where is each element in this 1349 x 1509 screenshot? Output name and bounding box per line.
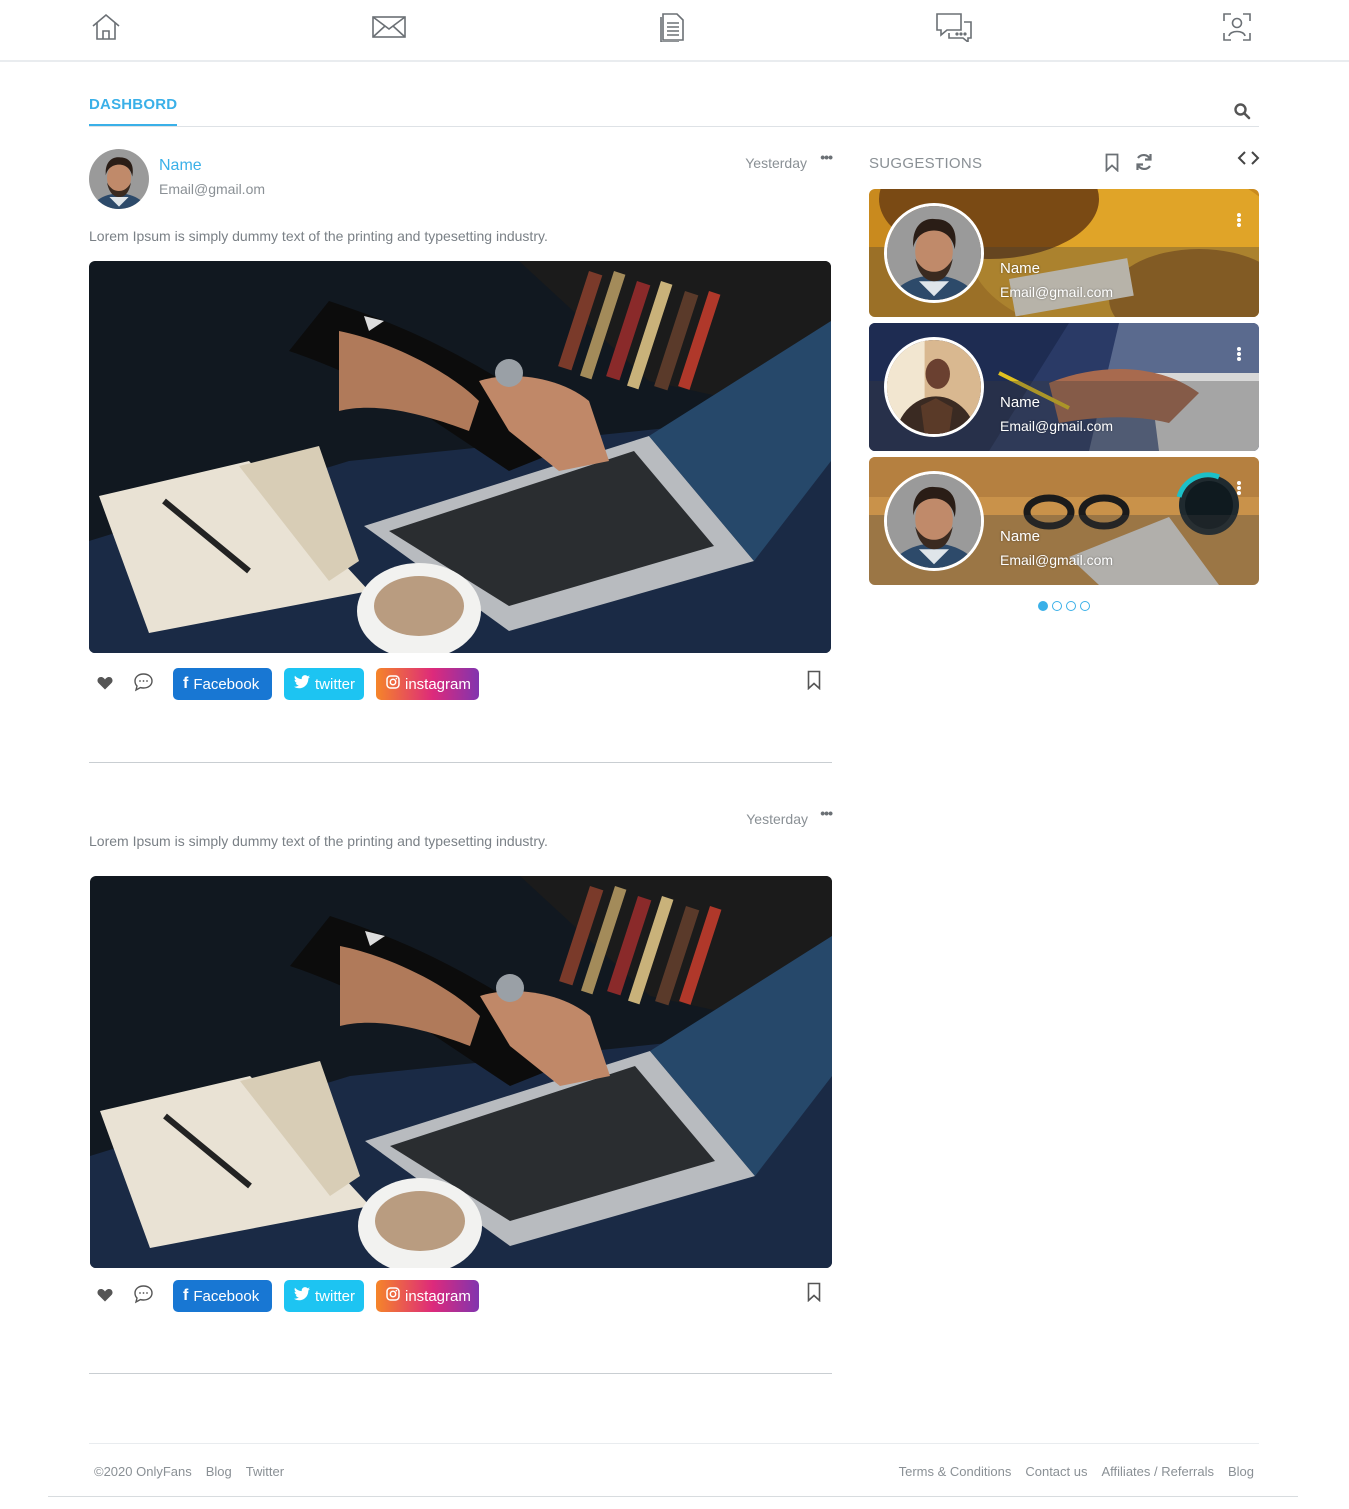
share-facebook-button[interactable]: f Facebook	[173, 668, 272, 700]
share-instagram-button[interactable]: instagram	[376, 668, 479, 700]
share-facebook-label: Facebook	[193, 675, 260, 693]
footer-link-affiliates[interactable]: Affiliates / Referrals	[1102, 1464, 1214, 1479]
comment-icon[interactable]	[133, 1284, 154, 1309]
twitter-icon	[294, 1287, 310, 1305]
post-divider	[89, 762, 832, 763]
share-facebook-button[interactable]: f Facebook	[173, 1280, 272, 1312]
suggestion-name: Name	[1000, 260, 1041, 277]
suggestion-card[interactable]: Name Email@gmail.com	[869, 457, 1259, 585]
post-image[interactable]	[89, 261, 831, 653]
post-text: Lorem Ipsum is simply dummy text of the …	[89, 833, 548, 849]
more-options-icon[interactable]: •••	[820, 149, 833, 165]
suggestion-name: Name	[1000, 394, 1041, 411]
bookmark-icon[interactable]	[807, 670, 821, 695]
pager-dot[interactable]	[1066, 601, 1076, 611]
home-icon[interactable]	[86, 8, 126, 46]
instagram-icon	[386, 675, 400, 693]
share-instagram-button[interactable]: instagram	[376, 1280, 479, 1312]
footer-link-twitter[interactable]: Twitter	[246, 1464, 284, 1479]
post-card: Name Email@gmail.om Yesterday ••• Lorem …	[89, 149, 833, 764]
share-twitter-label: twitter	[315, 675, 356, 693]
avatar	[884, 203, 984, 303]
footer-right-links: Terms & Conditions Contact us Affiliates…	[899, 1464, 1254, 1479]
pager-dot[interactable]	[1038, 601, 1048, 611]
suggestion-email: Email@gmail.com	[1000, 284, 1114, 300]
share-twitter-button[interactable]: twitter	[284, 668, 364, 700]
post-actions: f Facebook twitter instagram	[89, 666, 831, 700]
footer: ©2020 OnlyFans Blog Twitter Terms & Cond…	[89, 1443, 1259, 1493]
post-image[interactable]	[90, 876, 832, 1268]
more-vertical-icon[interactable]	[1237, 347, 1241, 361]
footer-link-contact[interactable]: Contact us	[1025, 1464, 1087, 1479]
suggestions-header: SUGGESTIONS	[869, 150, 1261, 176]
footer-copyright: ©2020 OnlyFans	[94, 1464, 192, 1479]
bookmark-icon[interactable]	[807, 1282, 821, 1307]
suggestions-title: SUGGESTIONS	[869, 155, 983, 172]
footer-left-links: ©2020 OnlyFans Blog Twitter	[94, 1464, 284, 1479]
footer-link-blog[interactable]: Blog	[206, 1464, 232, 1479]
footer-link-blog-right[interactable]: Blog	[1228, 1464, 1254, 1479]
facebook-icon: f	[183, 1287, 189, 1304]
top-nav	[0, 0, 1349, 62]
search-icon[interactable]	[1233, 102, 1251, 120]
mail-icon[interactable]	[369, 8, 409, 46]
share-facebook-label: Facebook	[193, 1287, 260, 1305]
next-arrow-icon[interactable]	[1250, 150, 1260, 171]
suggestion-name: Name	[1000, 528, 1041, 545]
profile-scan-icon[interactable]	[1217, 8, 1257, 46]
share-instagram-label: instagram	[405, 675, 471, 693]
tab-bar: DASHBORD	[89, 96, 1259, 127]
more-options-icon[interactable]: •••	[820, 805, 833, 821]
heart-icon[interactable]	[97, 1288, 113, 1307]
user-name[interactable]: Name	[159, 157, 202, 175]
instagram-icon	[386, 1287, 400, 1305]
footer-link-terms[interactable]: Terms & Conditions	[899, 1464, 1012, 1479]
comment-icon[interactable]	[133, 672, 154, 697]
post-time: Yesterday	[745, 155, 807, 171]
avatar[interactable]	[89, 149, 149, 209]
share-instagram-label: instagram	[405, 1287, 471, 1305]
suggestion-email: Email@gmail.com	[1000, 552, 1114, 568]
prev-arrow-icon[interactable]	[1237, 150, 1247, 171]
document-icon[interactable]	[652, 8, 692, 46]
post-card: Yesterday ••• Lorem Ipsum is simply dumm…	[89, 805, 833, 1375]
pager-dot[interactable]	[1052, 601, 1062, 611]
avatar	[884, 471, 984, 571]
more-vertical-icon[interactable]	[1237, 481, 1241, 495]
suggestion-card[interactable]: Name Email@gmail.com	[869, 323, 1259, 451]
page-bottom-divider	[48, 1496, 1298, 1497]
post-time: Yesterday	[746, 811, 808, 827]
more-vertical-icon[interactable]	[1237, 213, 1241, 227]
share-twitter-button[interactable]: twitter	[284, 1280, 364, 1312]
post-actions: f Facebook twitter instagram	[89, 1278, 831, 1312]
pager-dot[interactable]	[1080, 601, 1090, 611]
heart-icon[interactable]	[97, 676, 113, 695]
avatar	[884, 337, 984, 437]
carousel-pager	[1038, 601, 1090, 611]
twitter-icon	[294, 675, 310, 693]
facebook-icon: f	[183, 675, 189, 692]
bookmark-icon[interactable]	[1105, 153, 1119, 177]
suggestion-card[interactable]: Name Email@gmail.com	[869, 189, 1259, 317]
share-twitter-label: twitter	[315, 1287, 356, 1305]
chat-icon[interactable]	[934, 8, 974, 46]
user-email: Email@gmail.om	[159, 181, 266, 197]
post-divider	[89, 1373, 832, 1374]
post-text: Lorem Ipsum is simply dummy text of the …	[89, 228, 548, 244]
suggestion-email: Email@gmail.com	[1000, 418, 1114, 434]
refresh-icon[interactable]	[1134, 152, 1154, 177]
tab-dashboard[interactable]: DASHBORD	[89, 96, 178, 126]
